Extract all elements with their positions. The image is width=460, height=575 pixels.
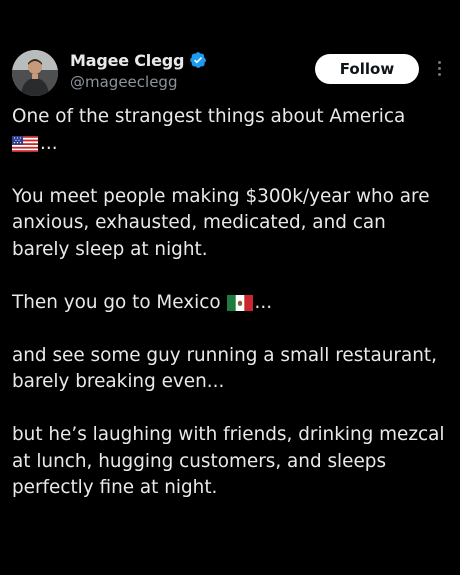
us-flag-icon [12, 135, 38, 152]
post-header: Magee Clegg @mageeclegg Follow [12, 48, 452, 98]
post-paragraph-5: but he’s laughing with friends, drinking… [12, 424, 445, 498]
more-dot [437, 66, 441, 70]
author-handle[interactable]: @mageeclegg [70, 73, 207, 91]
post-paragraph-3: Then you go to Mexico ... [12, 290, 448, 317]
author-info: Magee Clegg @mageeclegg [70, 48, 207, 91]
more-vertical-icon[interactable] [432, 56, 446, 80]
verified-badge-icon [190, 52, 207, 68]
post-paragraph-2: You meet people making $300k/year who ar… [12, 185, 430, 260]
post-paragraph-1: One of the strangest things about Americ… [12, 104, 448, 157]
paragraph-1-text: One of the strangest things about Americ… [12, 106, 406, 127]
mexico-flag-icon [226, 294, 253, 311]
post-card: Magee Clegg @mageeclegg Follow One of th… [0, 0, 460, 575]
author-display-name[interactable]: Magee Clegg [70, 51, 184, 70]
paragraph-3-ellipsis: ... [254, 291, 273, 313]
author-name-row: Magee Clegg [70, 48, 207, 72]
paragraph-3-text: Then you go to Mexico [12, 291, 221, 313]
more-dot [437, 72, 441, 76]
follow-button[interactable]: Follow [315, 54, 419, 84]
avatar-image [12, 50, 58, 96]
paragraph-1-ellipsis: ... [40, 132, 58, 154]
post-text: One of the strangest things about Americ… [12, 104, 448, 502]
author-avatar[interactable] [12, 50, 58, 96]
post-paragraph-4: and see some guy running a small restaur… [12, 344, 437, 393]
more-dot [437, 60, 441, 64]
